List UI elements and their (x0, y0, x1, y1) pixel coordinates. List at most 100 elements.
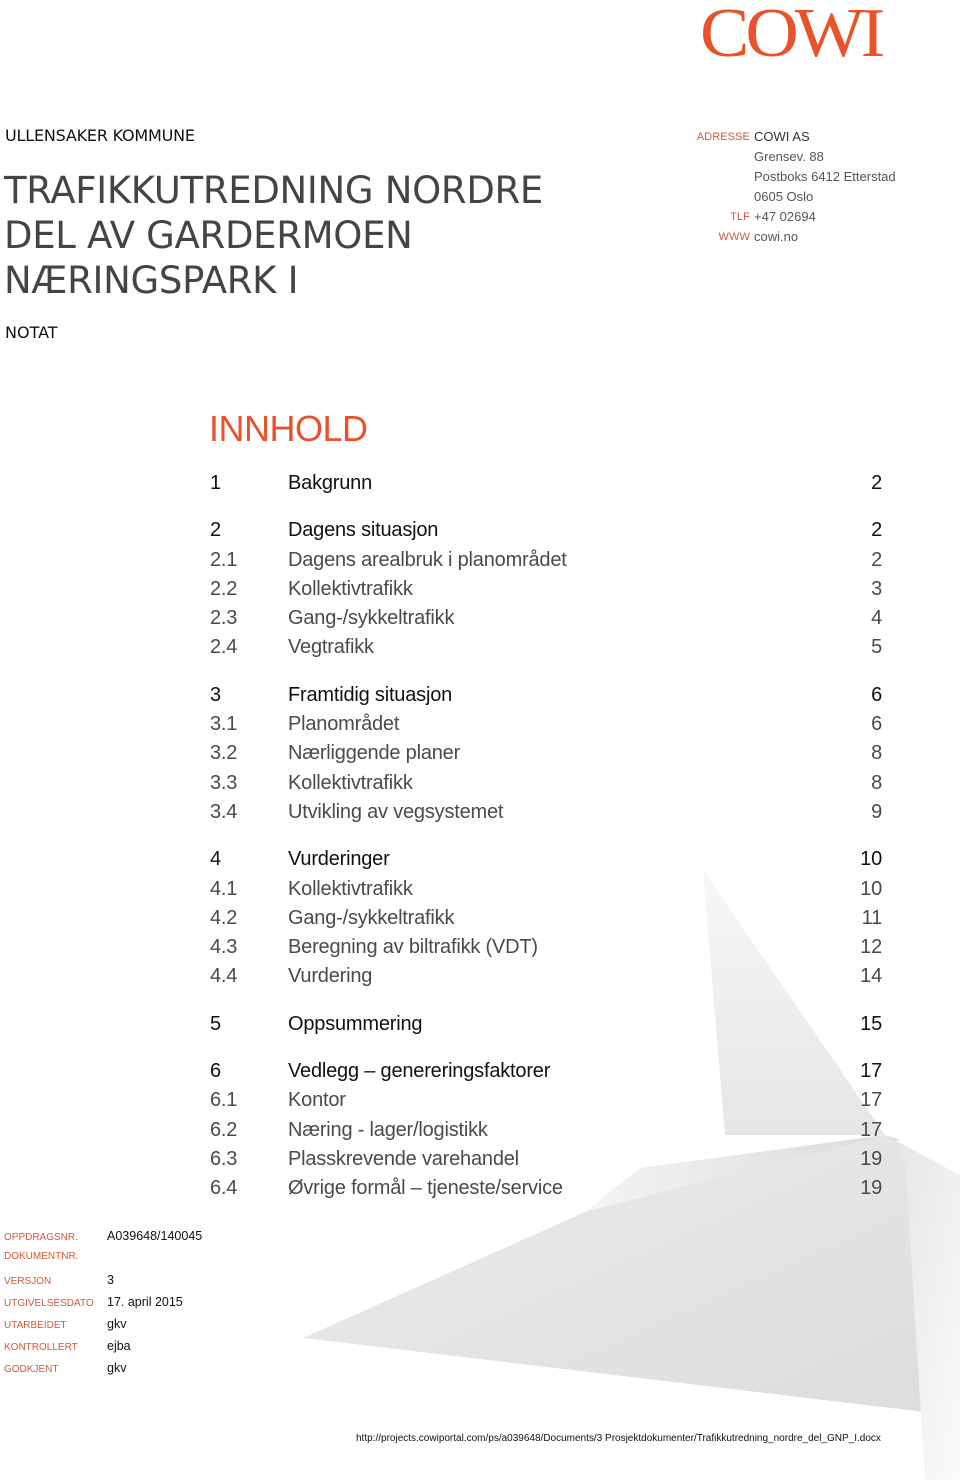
metadata-row: DOKUMENTNR. (4, 1251, 202, 1273)
toc-section: 3 Framtidig situasjon 6 3.1 Planområdet 6 3.2 N… (210, 684, 882, 830)
toc-entry-number: 1 (210, 472, 221, 494)
toc-entry-label: Vurderinger (288, 848, 390, 871)
toc-entry-number: 4.4 (210, 965, 238, 988)
address-value: Postboks 6412 Etterstad (754, 169, 896, 184)
toc-entry[interactable]: 6.2 Næring - lager/logistikk 17 (210, 1119, 882, 1148)
toc-entry[interactable]: 4.4 Vurdering 14 (210, 965, 882, 994)
toc-entry-label: Næring - lager/logistikk (288, 1118, 488, 1141)
address-row: ADRESSE COWI AS (690, 127, 896, 147)
toc-entry-page: 9 (871, 800, 882, 823)
toc-entry[interactable]: 2.2 Kollektivtrafikk 3 (210, 578, 882, 607)
toc-section: 4 Vurderinger 10 4.1 Kollektivtrafikk 10 4.2 Ga… (210, 848, 882, 994)
metadata-label: GODKJENT (4, 1364, 59, 1375)
title-line: DEL AV GARDERMOEN (4, 214, 413, 257)
document-path: http://projects.cowiportal.com/ps/a03964… (356, 1433, 881, 1444)
toc-entry-page: 3 (871, 577, 882, 600)
toc-entry[interactable]: 3.2 Nærliggende planer 8 (210, 742, 882, 771)
toc-entry-number: 5 (210, 1012, 221, 1035)
toc-entry-number: 6.3 (210, 1147, 238, 1170)
toc-entry-page: 12 (860, 936, 882, 959)
toc-entry-number: 2 (210, 519, 221, 542)
toc-section: 1 Bakgrunn 2 (210, 472, 882, 501)
toc-entry-label: Vegtrafikk (288, 636, 374, 659)
toc-entry-page: 8 (871, 771, 882, 794)
toc-entry-number: 2.1 (210, 548, 238, 571)
toc-entry[interactable]: 6.4 Øvrige formål – tjeneste/service 19 (210, 1177, 882, 1206)
toc-entry[interactable]: 2 Dagens situasjon 2 (210, 519, 882, 548)
metadata-value: ejba (107, 1339, 131, 1353)
toc-entry-page: 2 (871, 519, 882, 542)
toc-entry-page: 8 (871, 742, 882, 765)
toc-entry[interactable]: 3.1 Planområdet 6 (210, 713, 882, 742)
address-label (690, 167, 754, 187)
toc-entry-page: 10 (860, 848, 882, 871)
metadata-value: 17. april 2015 (107, 1295, 183, 1309)
toc-entry-page: 4 (871, 607, 882, 630)
address-label (690, 147, 754, 167)
toc-entry[interactable]: 4.3 Beregning av biltrafikk (VDT) 12 (210, 936, 882, 965)
toc-entry-label: Plasskrevende varehandel (288, 1147, 519, 1170)
metadata-row: VERSJON 3 (4, 1273, 202, 1295)
title-line: TRAFIKKUTREDNING NORDRE (4, 169, 543, 212)
toc-entry-page: 14 (860, 965, 882, 988)
toc-entry-number: 3 (210, 683, 221, 706)
address-value: COWI AS (754, 129, 810, 144)
toc-entry-page: 5 (871, 636, 882, 659)
address-block: ADRESSE COWI AS Grensev. 88 Postboks 641… (690, 127, 896, 247)
toc-entry-number: 6 (210, 1060, 221, 1083)
toc-entry-page: 19 (860, 1177, 882, 1200)
toc-entry-number: 6.1 (210, 1089, 238, 1112)
toc-entry[interactable]: 3.3 Kollektivtrafikk 8 (210, 772, 882, 801)
toc-entry[interactable]: 2.3 Gang-/sykkeltrafikk 4 (210, 607, 882, 636)
toc-entry-number: 3.2 (210, 742, 238, 765)
metadata-row: UTARBEIDET gkv (4, 1317, 202, 1339)
toc-entry-page: 15 (860, 1012, 882, 1035)
toc-entry-page: 6 (871, 713, 882, 736)
website-label: WWW (718, 231, 750, 243)
toc-entry-number: 6.4 (210, 1177, 238, 1200)
phone-value: +47 02694 (754, 209, 816, 224)
toc-entry-page: 17 (860, 1118, 882, 1141)
toc-entry-number: 4.1 (210, 877, 238, 900)
toc-entry[interactable]: 1 Bakgrunn 2 (210, 472, 882, 501)
metadata-label: DOKUMENTNR. (4, 1251, 79, 1262)
toc-entry-number: 2.4 (210, 636, 238, 659)
toc-entry-number: 4.2 (210, 906, 238, 929)
toc-entry[interactable]: 3 Framtidig situasjon 6 (210, 684, 882, 713)
address-row: 0605 Oslo (690, 187, 896, 207)
metadata-value: gkv (107, 1361, 127, 1375)
toc-entry[interactable]: 6 Vedlegg – genereringsfaktorer 17 (210, 1060, 882, 1089)
metadata-label: VERSJON (4, 1276, 52, 1287)
document-metadata: OPPDRAGSNR. A039648/140045 DOKUMENTNR. VERS… (4, 1229, 202, 1383)
metadata-value: gkv (107, 1317, 127, 1331)
toc-entry-number: 2.2 (210, 577, 238, 600)
toc-entry-page: 17 (860, 1089, 882, 1112)
title-line: NÆRINGSPARK I (4, 259, 299, 302)
toc-entry[interactable]: 5 Oppsummering 15 (210, 1013, 882, 1042)
toc-entry[interactable]: 3.4 Utvikling av vegsystemet 9 (210, 801, 882, 830)
toc-entry-number: 3.3 (210, 771, 238, 794)
toc-entry[interactable]: 2.1 Dagens arealbruk i planområdet 2 (210, 549, 882, 578)
toc-entry[interactable]: 4 Vurderinger 10 (210, 848, 882, 877)
toc-entry-label: Beregning av biltrafikk (VDT) (288, 936, 538, 959)
address-label (690, 187, 754, 207)
toc-entry-label: Gang-/sykkeltrafikk (288, 906, 455, 929)
toc-entry[interactable]: 6.1 Kontor 17 (210, 1089, 882, 1118)
toc-entry[interactable]: 6.3 Plasskrevende varehandel 19 (210, 1148, 882, 1177)
metadata-value: A039648/140045 (107, 1229, 203, 1243)
address-value: Grensev. 88 (754, 149, 824, 164)
toc-entry-number: 4.3 (210, 936, 238, 959)
toc-entry-number: 6.2 (210, 1118, 238, 1141)
toc-entry-page: 11 (861, 906, 883, 929)
toc-entry-number: 3.4 (210, 800, 238, 823)
toc-entry-label: Vurdering (288, 965, 373, 988)
website-link[interactable]: cowi.no (754, 227, 798, 247)
toc-entry-page: 2 (871, 548, 882, 571)
phone-row: TLF +47 02694 (690, 207, 896, 227)
toc-entry[interactable]: 4.1 Kollektivtrafikk 10 (210, 878, 882, 907)
toc-entry[interactable]: 4.2 Gang-/sykkeltrafikk 11 (210, 907, 882, 936)
toc-entry-label: Øvrige formål – tjeneste/service (288, 1177, 563, 1200)
toc-entry[interactable]: 2.4 Vegtrafikk 5 (210, 636, 882, 665)
client-name: ULLENSAKER KOMMUNE (5, 126, 195, 145)
toc-entry-label: Dagens situasjon (288, 519, 439, 542)
